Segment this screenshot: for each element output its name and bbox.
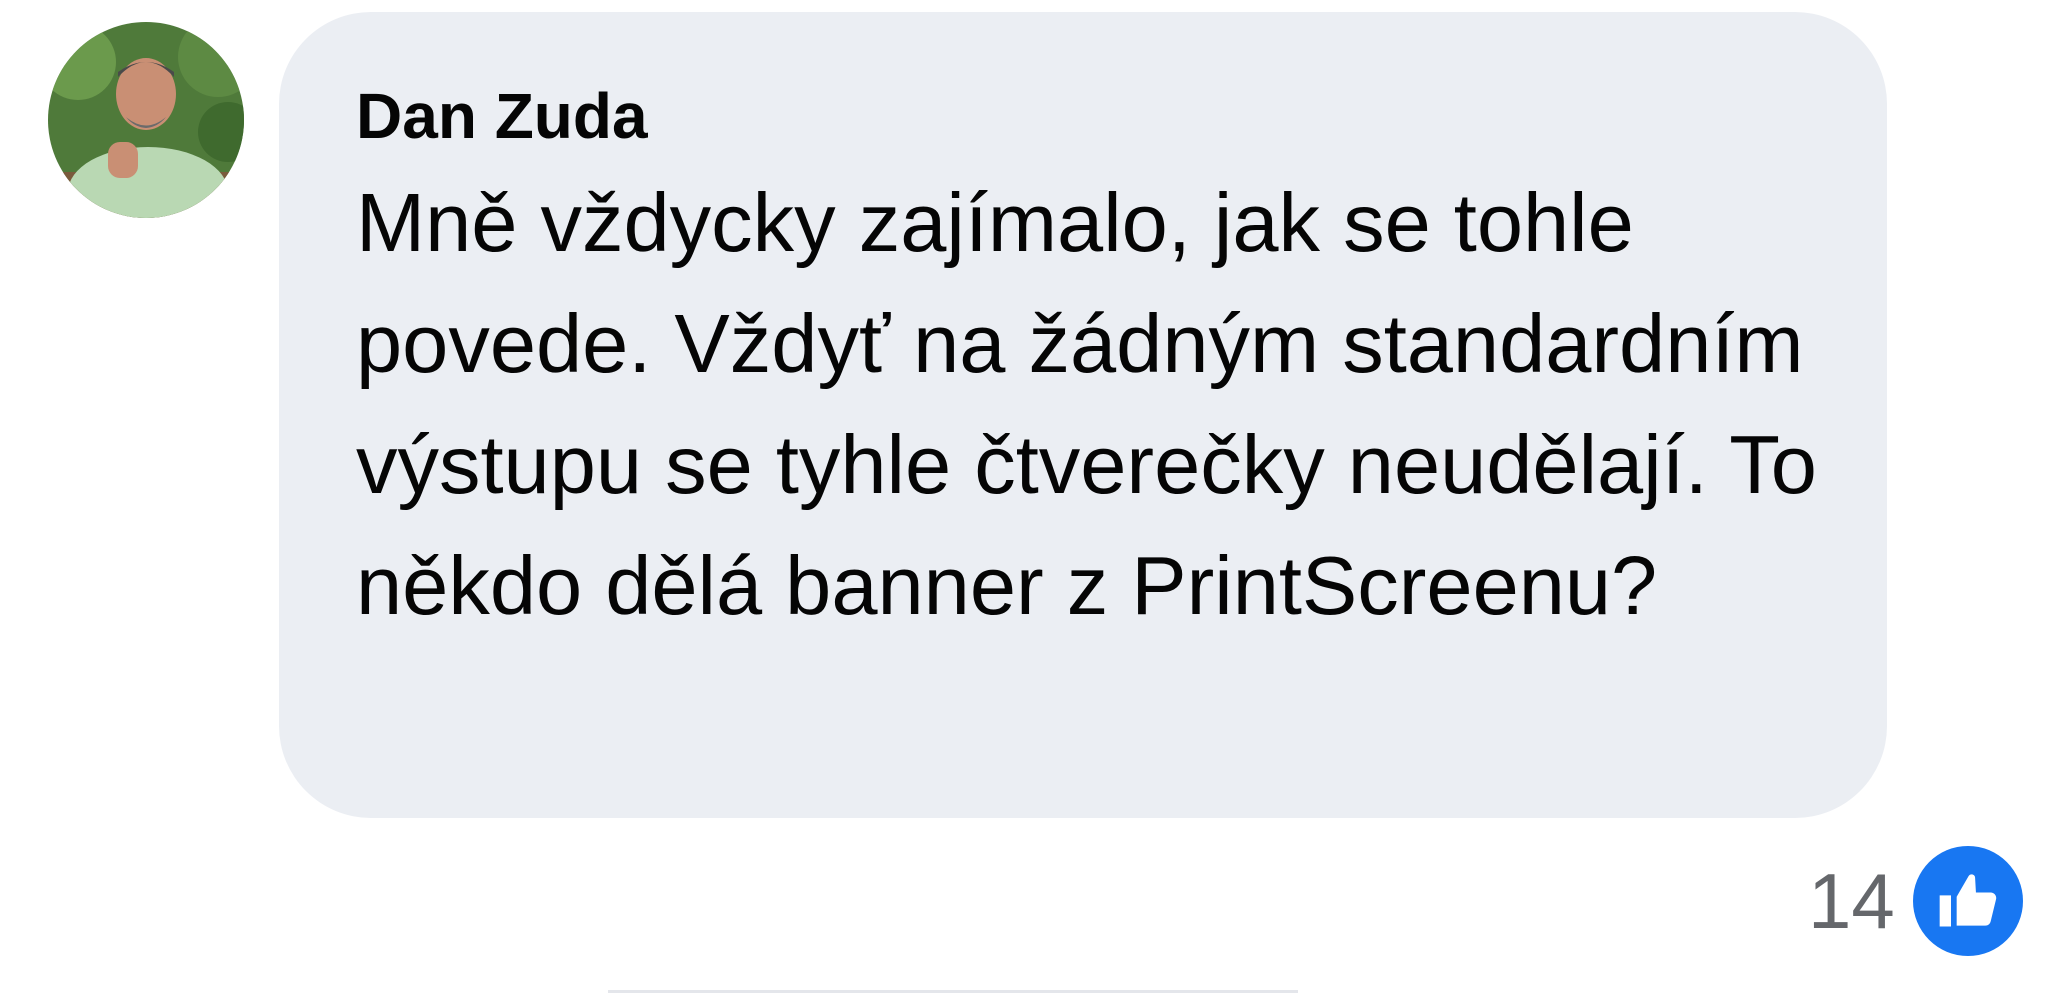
divider — [608, 990, 1298, 993]
comment-author-name[interactable]: Dan Zuda — [356, 84, 648, 148]
reaction-count: 14 — [1808, 857, 1895, 945]
comment-text: Mně vždycky zajímalo, jak se tohle poved… — [356, 176, 1817, 632]
like-thumbs-up-icon — [1912, 846, 2023, 956]
comment-bubble: Dan Zuda Mně vždycky zajímalo, jak se to… — [279, 12, 1887, 818]
reaction-summary[interactable]: 14 — [1808, 846, 2023, 956]
author-avatar[interactable] — [48, 22, 244, 218]
